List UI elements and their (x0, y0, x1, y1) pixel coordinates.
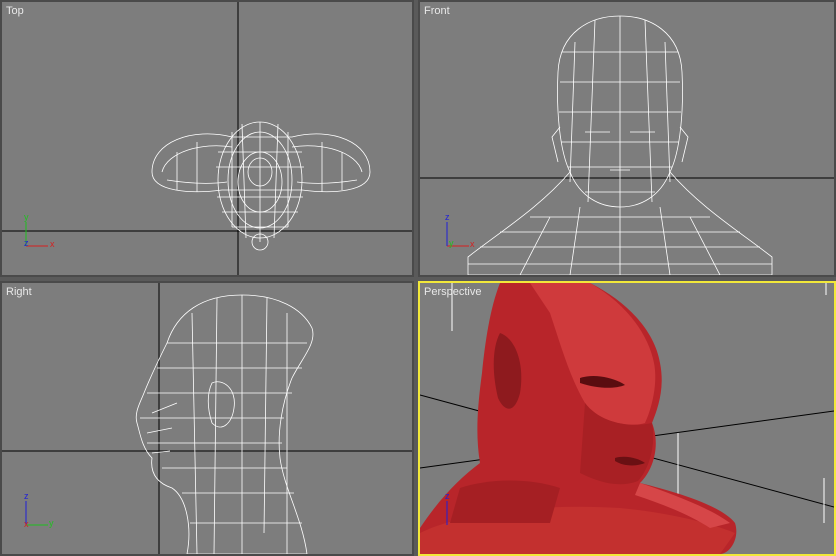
axis-label-y: y (49, 518, 54, 528)
viewport-label-right[interactable]: Right (6, 286, 32, 298)
axis-label-z: z (445, 212, 450, 222)
axis-label-z: z (445, 491, 450, 501)
right-view-scene: y z x (2, 283, 412, 554)
axis-label-x: x (50, 239, 55, 249)
viewport-right[interactable]: Right y z x (0, 281, 414, 556)
viewport-perspective[interactable]: Perspective z (418, 281, 836, 556)
axis-label-y: y (449, 238, 454, 248)
head-wireframe-right (135, 294, 314, 554)
axis-tripod-right: y z x (24, 491, 54, 529)
head-wireframe-front (467, 15, 773, 275)
perspective-view-scene: z (420, 283, 834, 554)
viewport-label-top[interactable]: Top (6, 5, 24, 17)
viewport-front[interactable]: Front x z y (418, 0, 836, 277)
axis-label-z: z (24, 491, 29, 501)
head-mesh-red (420, 283, 737, 554)
axis-label-y: y (24, 212, 29, 222)
axis-label-z: z (24, 238, 29, 248)
axis-label-x: x (470, 239, 475, 249)
front-view-scene: x z y (420, 15, 834, 275)
viewport-label-front[interactable]: Front (424, 5, 450, 17)
top-view-scene: x y z (2, 2, 412, 275)
axis-label-x: x (24, 519, 29, 529)
axis-tripod-front: x z y (445, 212, 475, 249)
viewport-label-perspective[interactable]: Perspective (424, 286, 481, 298)
viewport-top[interactable]: Top x y z (0, 0, 414, 277)
